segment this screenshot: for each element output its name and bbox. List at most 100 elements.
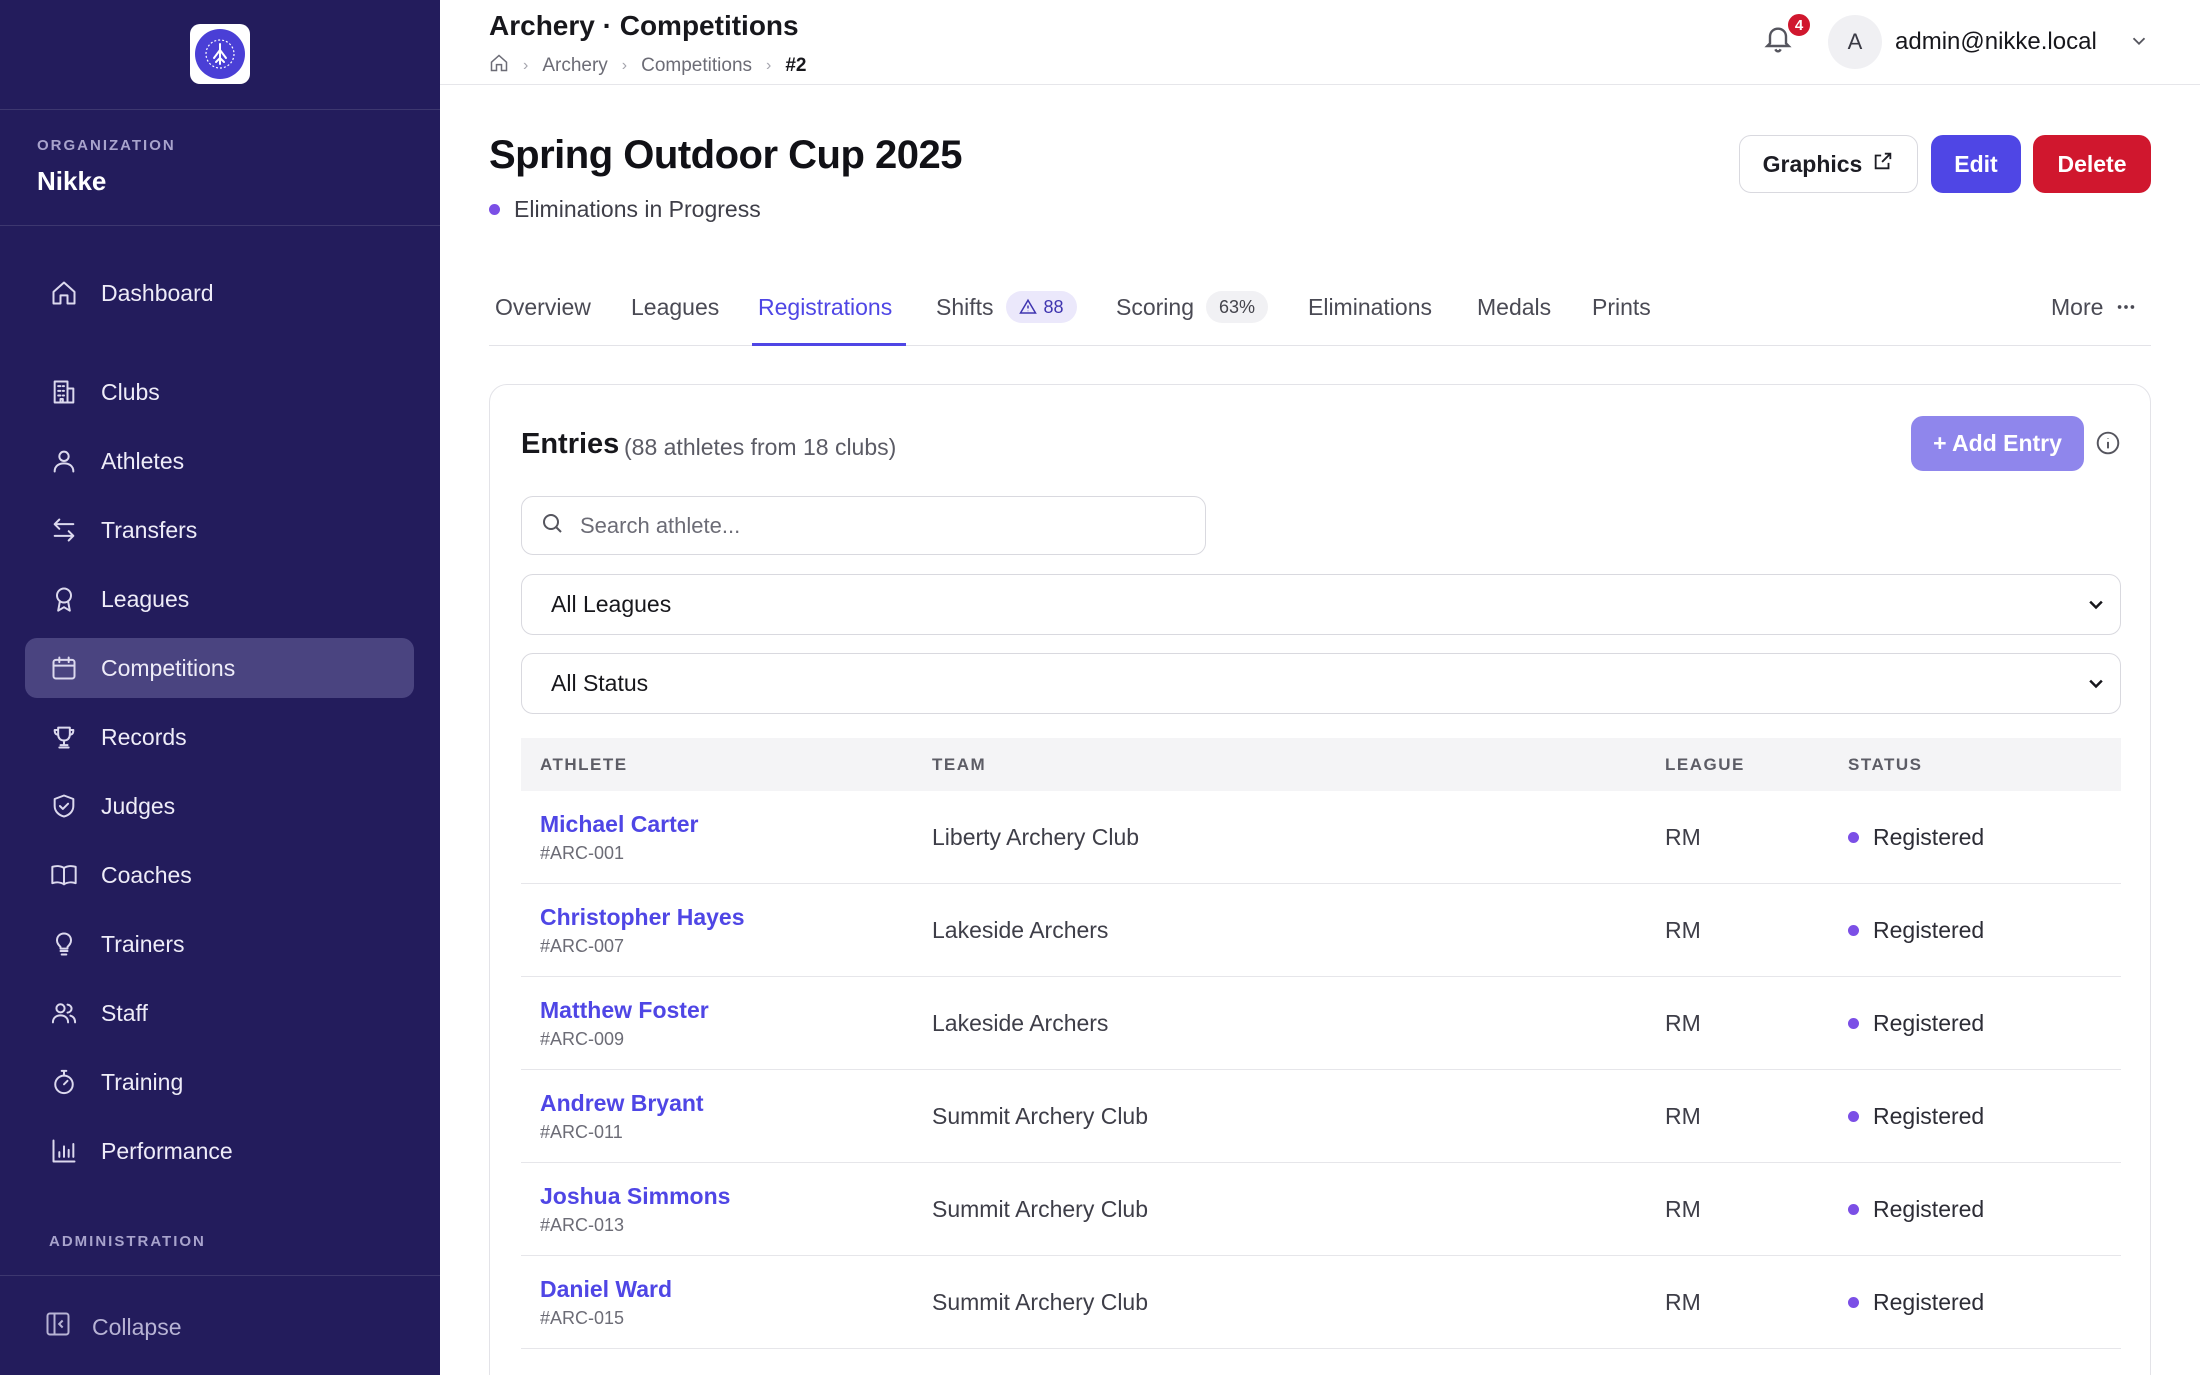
sidebar-divider [0, 1275, 440, 1276]
trophy-icon [49, 722, 79, 752]
status-dot [489, 204, 500, 215]
sidebar-item-competitions[interactable]: Competitions [25, 638, 414, 698]
entries-card: Entries (88 athletes from 18 clubs) + Ad… [489, 384, 2151, 1375]
tab-medals[interactable]: Medals [1477, 268, 1551, 346]
sidebar-item-leagues[interactable]: Leagues [25, 569, 414, 629]
league-cell: RM [1665, 1103, 1701, 1129]
breadcrumb-current: #2 [785, 55, 807, 76]
table-row[interactable]: Joshua Simmons #ARC-013 Summit Archery C… [521, 1163, 2121, 1256]
sidebar-item-label: Records [101, 723, 187, 750]
sidebar-item-clubs[interactable]: Clubs [25, 362, 414, 422]
chevron-down-icon[interactable] [2128, 30, 2150, 52]
athlete-id: #ARC-001 [540, 843, 625, 863]
status-filter-select[interactable]: All Status [521, 653, 2121, 714]
sidebar-item-staff[interactable]: Staff [25, 983, 414, 1043]
team-cell: Lakeside Archers [932, 1010, 1109, 1036]
chevron-down-icon [2089, 679, 2103, 689]
sidebar-item-label: Leagues [101, 585, 190, 612]
notification-badge: 4 [1786, 12, 1812, 38]
delete-button[interactable]: Delete [2033, 135, 2151, 193]
sidebar-item-records[interactable]: Records [25, 707, 414, 767]
arrows-icon [49, 515, 79, 545]
tab-overview[interactable]: Overview [495, 268, 591, 346]
org-label: ORGANIZATION [37, 137, 176, 154]
stopwatch-icon [49, 1067, 79, 1097]
tab-leagues[interactable]: Leagues [631, 268, 719, 346]
app-logo[interactable] [190, 24, 250, 84]
home-icon[interactable] [489, 53, 509, 79]
user-icon [49, 446, 79, 476]
status-dot [1848, 1018, 1859, 1029]
tab-eliminations[interactable]: Eliminations [1308, 268, 1432, 346]
column-header-athlete[interactable]: ATHLETE [540, 755, 628, 775]
breadcrumb-competitions[interactable]: Competitions [641, 55, 752, 77]
tab-prints[interactable]: Prints [1592, 268, 1651, 346]
book-icon [49, 860, 79, 890]
sidebar-item-athletes[interactable]: Athletes [25, 431, 414, 491]
sidebar-item-label: Competitions [101, 654, 236, 681]
sidebar-item-transfers[interactable]: Transfers [25, 500, 414, 560]
table-row[interactable]: Michael Carter #ARC-001 Liberty Archery … [521, 791, 2121, 884]
table-row[interactable]: Matthew Foster #ARC-009 Lakeside Archers… [521, 977, 2121, 1070]
status-text: Registered [1873, 1010, 1985, 1036]
ellipsis-icon [2118, 305, 2135, 309]
sidebar-item-label: Athletes [101, 447, 185, 474]
breadcrumb-archery[interactable]: Archery [542, 55, 607, 77]
athlete-id: #ARC-015 [540, 1308, 625, 1328]
athlete-name-link[interactable]: Michael Carter [540, 811, 699, 838]
athlete-name-link[interactable]: Christopher Hayes [540, 904, 745, 931]
collapse-button[interactable]: Collapse [44, 1310, 182, 1344]
avatar[interactable]: A [1828, 15, 1882, 69]
sidebar-item-performance[interactable]: Performance [25, 1121, 414, 1181]
status-dot [1848, 925, 1859, 936]
athlete-name-link[interactable]: Joshua Simmons [540, 1183, 730, 1210]
entries-table: ATHLETE TEAM LEAGUE STATUS Michael Carte… [521, 738, 2121, 1349]
award-icon [49, 584, 79, 614]
home-icon [49, 278, 79, 308]
status-text: Registered [1873, 824, 1985, 850]
sidebar-item-label: Training [101, 1068, 184, 1095]
league-cell: RM [1665, 824, 1701, 850]
team-cell: Summit Archery Club [932, 1103, 1149, 1129]
tab-scoring[interactable]: Scoring 63% [1116, 268, 1269, 346]
column-header-league[interactable]: LEAGUE [1665, 755, 1745, 775]
graphics-button[interactable]: Graphics [1739, 135, 1918, 193]
search-input[interactable] [580, 512, 1180, 539]
competition-status: Eliminations in Progress [489, 196, 761, 223]
tab-more[interactable]: More [2051, 268, 2137, 346]
page-title: Spring Outdoor Cup 2025 [489, 133, 962, 177]
bell-icon [1762, 27, 1794, 58]
edit-button[interactable]: Edit [1931, 135, 2021, 193]
sidebar-item-dashboard[interactable]: Dashboard [25, 263, 414, 323]
tab-label: Shifts [936, 293, 994, 320]
add-entry-button[interactable]: + Add Entry [1911, 416, 2084, 471]
user-email[interactable]: admin@nikke.local [1895, 28, 2097, 56]
sidebar-divider [0, 225, 440, 226]
sidebar: ORGANIZATION Nikke Dashboard Clubs Athle… [0, 0, 440, 1375]
sidebar-item-training[interactable]: Training [25, 1052, 414, 1112]
column-header-status[interactable]: STATUS [1848, 755, 1922, 775]
tab-label: More [2051, 293, 2104, 320]
org-name[interactable]: Nikke [37, 166, 106, 197]
athlete-name-link[interactable]: Andrew Bryant [540, 1090, 704, 1117]
sidebar-item-trainers[interactable]: Trainers [25, 914, 414, 974]
league-filter-select[interactable]: All Leagues [521, 574, 2121, 635]
tab-shifts[interactable]: Shifts 88 [936, 268, 1077, 346]
table-row[interactable]: Andrew Bryant #ARC-011 Summit Archery Cl… [521, 1070, 2121, 1163]
sidebar-divider [0, 109, 440, 110]
athlete-name-link[interactable]: Daniel Ward [540, 1276, 672, 1303]
table-row[interactable]: Christopher Hayes #ARC-007 Lakeside Arch… [521, 884, 2121, 977]
status-badge: Registered [1848, 1010, 1984, 1037]
calendar-icon [49, 653, 79, 683]
athlete-name-link[interactable]: Matthew Foster [540, 997, 709, 1024]
column-header-team[interactable]: TEAM [932, 755, 986, 775]
status-dot [1848, 1297, 1859, 1308]
sidebar-item-judges[interactable]: Judges [25, 776, 414, 836]
status-dot [1848, 832, 1859, 843]
table-row[interactable]: Daniel Ward #ARC-015 Summit Archery Club… [521, 1256, 2121, 1349]
search-field[interactable] [521, 496, 1206, 555]
sidebar-item-coaches[interactable]: Coaches [25, 845, 414, 905]
entries-title: Entries [521, 428, 620, 460]
tab-registrations[interactable]: Registrations [758, 268, 892, 346]
info-icon[interactable] [2095, 430, 2123, 458]
